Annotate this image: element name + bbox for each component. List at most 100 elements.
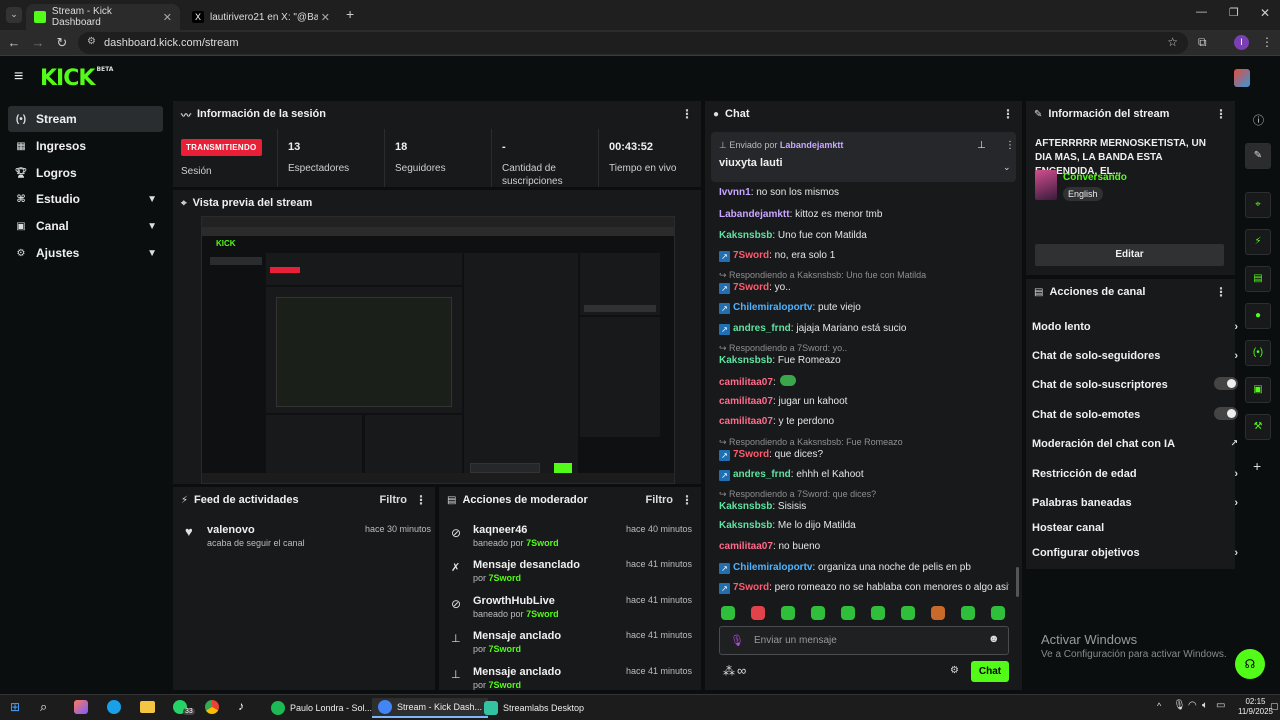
close-icon[interactable]: ✕ [163,11,172,24]
chat-send-button[interactable]: Chat [971,661,1009,682]
tray-volume-icon[interactable]: 🔈︎ [1202,700,1208,711]
support-headset-icon[interactable]: ☊ [1235,649,1265,679]
search-icon[interactable]: ⌕ [40,699,47,715]
more-options-icon[interactable]: ⋮ [1215,285,1227,299]
add-widget-icon[interactable]: + [1253,458,1261,474]
more-options-icon[interactable]: ⋮ [1215,107,1227,121]
chat-username[interactable]: camilitaa07 [719,377,773,388]
filter-button[interactable]: Filtro [646,494,674,506]
tray-chevron-icon[interactable]: ^ [1157,701,1161,711]
stream-preview-video[interactable]: KICK [201,216,675,484]
chat-reply-context[interactable]: ↪ Respondiendo a 7Sword: yo.. [719,343,847,354]
action-set-goals[interactable]: Configurar objetivos › [1032,547,1238,559]
chat-username[interactable]: Kaksnsbsb [719,355,772,366]
tray-mic-icon[interactable]: 🎙︎ [1173,700,1186,711]
chat-username[interactable]: 7Sword [733,582,769,593]
chat-username[interactable]: camilitaa07 [719,541,773,552]
emote-shortcut-icon[interactable] [871,606,885,620]
taskbar-app-chrome-kick[interactable]: Stream - Kick Dash... [372,698,489,718]
mod-action-title[interactable]: Mensaje anclado [473,666,561,678]
mod-action-by[interactable]: 7Sword [489,644,522,654]
emote-shortcut-icon[interactable] [901,606,915,620]
chat-username[interactable]: 7Sword [733,449,769,460]
reload-icon[interactable]: ↻ [54,35,70,51]
emotes-only-toggle[interactable] [1214,407,1238,420]
action-slow-mode[interactable]: Modo lento › [1032,321,1238,333]
subscribers-only-toggle[interactable] [1214,377,1238,390]
chat-username[interactable]: Chilemiraloportv [733,562,812,573]
taskbar-app-streamlabs[interactable]: Streamlabs Desktop [478,698,590,718]
chat-username[interactable]: camilitaa07 [719,396,773,407]
emote-shortcut-icon[interactable] [961,606,975,620]
chat-username[interactable]: camilitaa07 [719,416,773,427]
user-avatar[interactable] [1234,69,1250,87]
browser-menu-icon[interactable]: ⋮ [1261,35,1273,49]
microphone-icon[interactable]: 🎙︎ [730,634,744,647]
bookmark-star-icon[interactable]: ☆ [1167,35,1178,49]
emote-shortcut-icon[interactable] [781,606,795,620]
action-banned-words[interactable]: Palabras baneadas › [1032,497,1238,509]
chat-username[interactable]: andres_frnd [733,323,791,334]
sidebar-item-estudio[interactable]: ⌘ Estudio ▼ [8,186,163,212]
more-options-icon[interactable]: ⋮ [1005,140,1015,151]
chat-reply-context[interactable]: ↪ Respondiendo a 7Sword: que dices? [719,489,876,500]
mod-action-by[interactable]: 7Sword [489,680,522,690]
edit-stream-button[interactable]: Editar [1035,244,1224,266]
stream-category[interactable]: Conversando [1063,172,1127,183]
file-explorer-icon[interactable] [140,701,155,713]
windows-start-icon[interactable]: ⊞ [10,700,20,714]
extensions-icon[interactable]: ⧉ [1198,35,1207,50]
mod-action-by[interactable]: 7Sword [526,538,559,548]
chat-username[interactable]: Kaksnsbsb [719,520,772,531]
chat-settings-gear-icon[interactable]: ⚙ [950,665,959,676]
copilot-icon[interactable] [74,700,88,714]
restore-icon[interactable]: ❐ [1229,6,1239,19]
emote-shortcut-icon[interactable] [721,606,735,620]
emote-shortcut-icon[interactable] [811,606,825,620]
more-options-icon[interactable]: ⋮ [415,493,427,507]
edit-rail-icon[interactable]: ✎ [1245,143,1271,169]
forward-icon[interactable]: → [30,35,46,50]
chat-username[interactable]: 7Sword [733,250,769,261]
infinity-icon[interactable]: ∞ [737,663,746,678]
tab-x-post[interactable]: X lautirivero21 en X: "@BandaMi... ✕ [184,4,338,30]
pinned-author[interactable]: Labandejamktt [780,140,844,150]
window-close-icon[interactable]: ✕ [1260,6,1270,20]
sidebar-item-ajustes[interactable]: ⚙ Ajustes ▼ [8,240,163,266]
minimize-icon[interactable]: — [1196,6,1207,18]
category-thumbnail[interactable] [1035,170,1057,200]
more-options-icon[interactable]: ⋮ [681,107,693,121]
broadcast-rail-icon[interactable]: (•) [1245,340,1271,366]
chat-username[interactable]: 7Sword [733,282,769,293]
emote-shortcut-icon[interactable] [751,606,765,620]
action-followers-only[interactable]: Chat de solo-seguidores › [1032,350,1238,362]
hamburger-menu-icon[interactable]: ≡ [14,68,23,86]
mod-action-by[interactable]: 7Sword [489,573,522,583]
filter-button[interactable]: Filtro [380,494,408,506]
site-info-icon[interactable]: ⚙ [87,36,96,47]
tray-clock[interactable]: 02:15 11/9/2025 [1238,697,1273,717]
tiktok-icon[interactable]: ♪ [238,699,244,713]
preview-rail-icon[interactable]: ⌖ [1245,192,1271,218]
document-rail-icon[interactable]: ▤ [1245,266,1271,292]
mod-action-title[interactable]: GrowthHubLive [473,595,555,607]
chat-scrollbar[interactable] [1016,567,1019,597]
sidebar-item-stream[interactable]: (•) Stream [8,106,163,132]
chat-reply-context[interactable]: ↪ Respondiendo a Kaksnsbsb: Fue Romeazo [719,437,903,448]
back-icon[interactable]: ← [6,35,22,50]
more-options-icon[interactable]: ⋮ [1002,107,1014,121]
mod-action-by[interactable]: 7Sword [526,609,559,619]
info-icon[interactable]: ⓘ [1253,112,1264,128]
kick-points-icon[interactable]: ⁂ [723,664,735,678]
new-tab-icon[interactable]: + [346,6,354,22]
emote-shortcut-icon[interactable] [841,606,855,620]
chat-input[interactable]: 🎙︎ Enviar un mensaje ☻ [719,626,1009,655]
action-ai-moderation[interactable]: Moderación del chat con IA ↗ [1032,438,1238,450]
url-field[interactable]: ⚙ dashboard.kick.com/stream ☆ [78,32,1188,54]
tray-wifi-icon[interactable]: ◠ [1188,700,1197,711]
edge-icon[interactable] [107,700,121,714]
mod-action-title[interactable]: kaqneer46 [473,524,527,536]
sidebar-item-canal[interactable]: ▣ Canal ▼ [8,213,163,239]
chat-reply-context[interactable]: ↪ Respondiendo a Kaksnsbsb: Uno fue con … [719,270,926,281]
close-icon[interactable]: ✕ [321,11,330,24]
